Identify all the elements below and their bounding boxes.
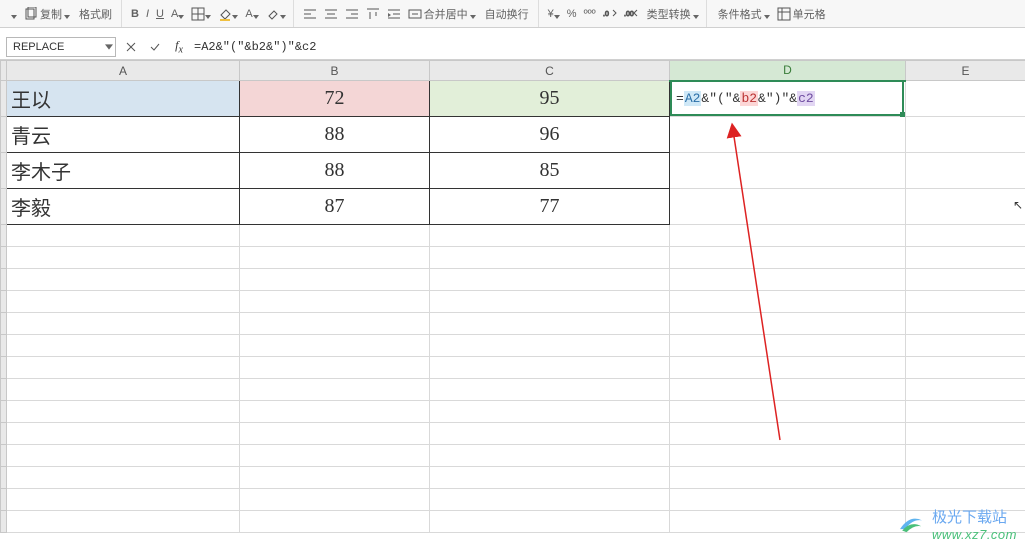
fill-icon	[218, 7, 232, 21]
confirm-formula-button[interactable]	[146, 38, 164, 56]
cell-E2[interactable]	[906, 117, 1025, 153]
cell-E4[interactable]	[906, 189, 1025, 225]
formula-token-amp1: &"("&	[701, 91, 740, 106]
percent-button[interactable]: %	[564, 4, 580, 24]
dec-dec-icon: .00	[624, 7, 638, 21]
watermark-cn: 极光下载站	[932, 506, 1017, 527]
col-header-A[interactable]: A	[7, 61, 240, 81]
indent-button[interactable]	[384, 4, 404, 24]
bold-button[interactable]: B	[128, 4, 142, 24]
cell-C2[interactable]: 96	[430, 117, 670, 153]
eraser-button[interactable]	[263, 4, 289, 24]
cell-A4[interactable]: 李毅	[7, 189, 240, 225]
fill-handle[interactable]	[900, 112, 905, 117]
cell-A1[interactable]: 王以	[7, 81, 240, 117]
cell-D3[interactable]	[670, 153, 906, 189]
col-header-E[interactable]: E	[906, 61, 1025, 81]
svg-text:.0: .0	[603, 11, 609, 18]
table-row: 李毅 87 77	[1, 189, 1025, 225]
format-painter-button[interactable]: 格式刷	[74, 4, 117, 24]
formula-token-ref-b2: b2	[740, 91, 758, 106]
spreadsheet[interactable]: A B C D E 王以 72 95 青云 88 96 李木子 88 85 李毅…	[0, 60, 1025, 550]
inc-dec-icon: .0	[603, 7, 617, 21]
cell-E3[interactable]	[906, 153, 1025, 189]
cell-B4[interactable]: 87	[240, 189, 430, 225]
comma-icon: ººº	[584, 8, 596, 20]
type-convert-button[interactable]: 类型转换	[642, 4, 702, 24]
formula-token-ref-c2: c2	[797, 91, 815, 106]
watermark: 极光下载站 www.xz7.com	[896, 506, 1017, 542]
font-size-button[interactable]: A	[168, 4, 187, 24]
align-top-icon	[366, 7, 380, 21]
merge-icon	[408, 7, 422, 21]
cell-A3[interactable]: 李木子	[7, 153, 240, 189]
x-icon	[125, 41, 137, 53]
underline-button[interactable]: U	[153, 4, 167, 24]
fx-icon: fx	[175, 38, 183, 55]
formula-token-eq: =	[676, 91, 684, 106]
cell-B2[interactable]: 88	[240, 117, 430, 153]
column-header-row: A B C D E	[1, 61, 1025, 81]
align-left-button[interactable]	[300, 4, 320, 24]
col-header-D[interactable]: D	[670, 61, 906, 81]
fill-color-button[interactable]	[215, 4, 241, 24]
cell-format-button[interactable]: 单元格	[774, 4, 831, 24]
formula-input[interactable]	[188, 37, 1025, 57]
formula-token-ref-A2: A2	[684, 91, 702, 106]
align-right-icon	[345, 7, 359, 21]
align-right-button[interactable]	[342, 4, 362, 24]
table-row: 李木子 88 85	[1, 153, 1025, 189]
borders-button[interactable]	[188, 4, 214, 24]
indent-icon	[387, 7, 401, 21]
editing-cell-D1[interactable]: = A2 &"("& b2 &")"& c2	[670, 80, 904, 116]
wrap-text-button[interactable]: 自动换行	[480, 4, 534, 24]
eraser-icon	[266, 7, 280, 21]
cell-C4[interactable]: 77	[430, 189, 670, 225]
font-color-icon: A	[245, 8, 252, 20]
chevron-down-icon	[105, 42, 113, 54]
align-left-icon	[303, 7, 317, 21]
cell-D2[interactable]	[670, 117, 906, 153]
comma-button[interactable]: ººº	[581, 4, 599, 24]
table-row: 青云 88 96	[1, 117, 1025, 153]
logo-icon	[896, 513, 926, 535]
name-box[interactable]: REPLACE	[6, 37, 116, 57]
align-center-button[interactable]	[321, 4, 341, 24]
cell-E1[interactable]	[906, 81, 1025, 117]
name-box-value: REPLACE	[13, 41, 64, 53]
paste-dropdown-icon[interactable]	[8, 4, 20, 24]
cell-D4[interactable]	[670, 189, 906, 225]
cell-B1[interactable]: 72	[240, 81, 430, 117]
align-center-icon	[324, 7, 338, 21]
borders-icon	[191, 7, 205, 21]
copy-label: 复制	[38, 6, 64, 22]
copy-button[interactable]: 复制	[21, 4, 73, 24]
currency-button[interactable]: ¥	[545, 4, 563, 24]
cell-A2[interactable]: 青云	[7, 117, 240, 153]
merge-center-button[interactable]: 合并居中	[405, 4, 479, 24]
font-color-button[interactable]: A	[242, 4, 261, 24]
toolbar: 复制 格式刷 B I U A A	[0, 0, 1025, 28]
fx-button[interactable]: fx	[170, 38, 188, 56]
formula-bar: REPLACE fx	[0, 34, 1025, 60]
italic-button[interactable]: I	[143, 4, 152, 24]
watermark-url: www.xz7.com	[932, 527, 1017, 542]
svg-text:.00: .00	[624, 11, 634, 18]
copy-icon	[24, 7, 38, 21]
table-icon	[777, 7, 791, 21]
cancel-formula-button[interactable]	[122, 38, 140, 56]
formula-token-amp2: &")"&	[758, 91, 797, 106]
cell-C3[interactable]: 85	[430, 153, 670, 189]
decrease-decimal-button[interactable]: .00	[621, 4, 641, 24]
conditional-format-button[interactable]: 条件格式	[713, 4, 773, 24]
align-top-button[interactable]	[363, 4, 383, 24]
cell-C1[interactable]: 95	[430, 81, 670, 117]
col-header-B[interactable]: B	[240, 61, 430, 81]
cell-B3[interactable]: 88	[240, 153, 430, 189]
mouse-cursor-icon: ↖	[1013, 198, 1023, 212]
check-icon	[149, 41, 161, 53]
increase-decimal-button[interactable]: .0	[600, 4, 620, 24]
col-header-C[interactable]: C	[430, 61, 670, 81]
